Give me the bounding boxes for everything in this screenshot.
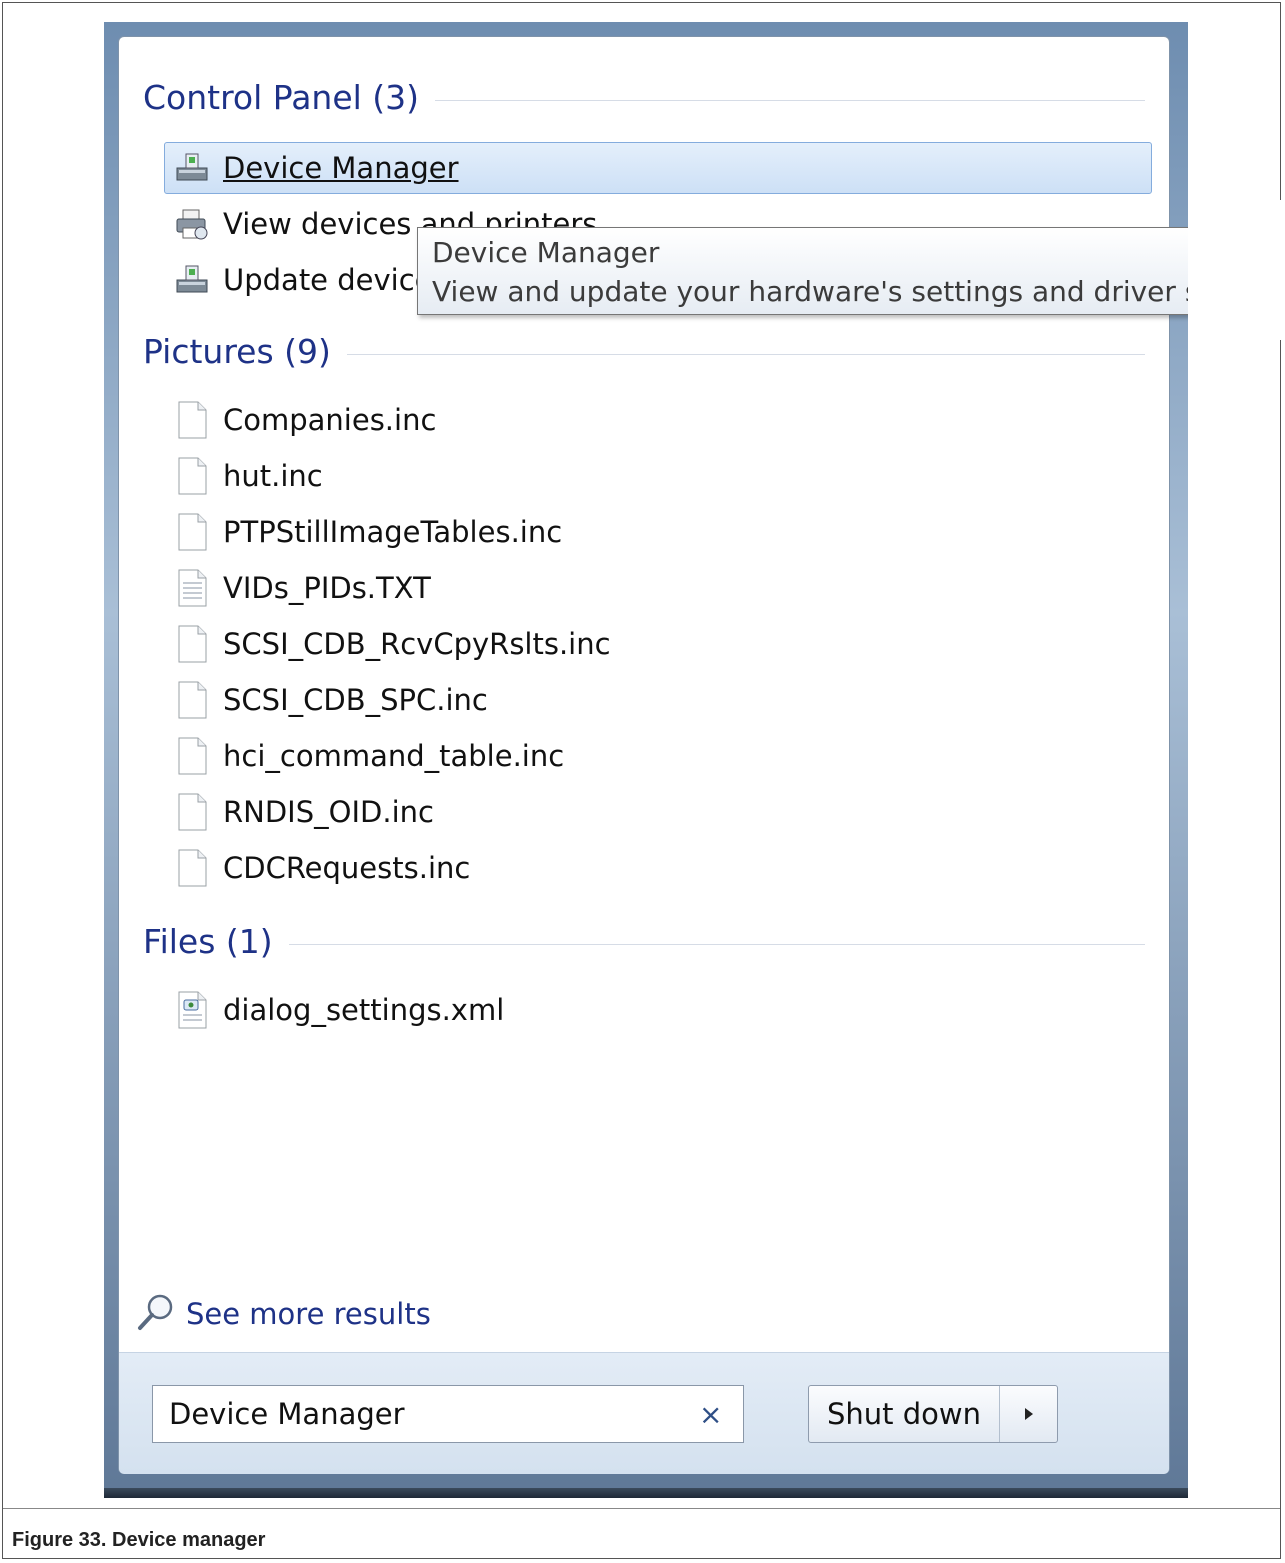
tooltip: Device Manager View and update your hard…	[417, 227, 1207, 315]
device-manager-icon	[171, 147, 213, 189]
caption-divider	[3, 1508, 1280, 1509]
result-label: SCSI_CDB_SPC.inc	[223, 683, 488, 717]
result-file[interactable]: VIDs_PIDs.TXT	[164, 562, 1152, 614]
result-label: CDCRequests.inc	[223, 851, 471, 885]
shutdown-split-button: Shut down	[808, 1385, 1058, 1443]
result-file[interactable]: hut.inc	[164, 450, 1152, 502]
result-file[interactable]: dialog_settings.xml	[164, 984, 1152, 1036]
file-icon	[171, 735, 213, 777]
divider	[346, 354, 1145, 355]
result-label: hci_command_table.inc	[223, 739, 565, 773]
divider	[288, 944, 1145, 945]
result-label: Device Manager	[223, 151, 459, 185]
file-icon	[171, 679, 213, 721]
file-icon	[171, 791, 213, 833]
result-file[interactable]: hci_command_table.inc	[164, 730, 1152, 782]
result-device-manager[interactable]: Device Manager	[164, 142, 1152, 194]
result-label: hut.inc	[223, 459, 323, 493]
file-icon	[171, 847, 213, 889]
search-box: ×	[152, 1385, 744, 1443]
group-title: Files (1)	[143, 922, 273, 961]
printer-icon	[171, 203, 213, 245]
result-label: Companies.inc	[223, 403, 437, 437]
result-file[interactable]: PTPStillImageTables.inc	[164, 506, 1152, 558]
group-title: Control Panel (3)	[143, 78, 420, 117]
result-file[interactable]: SCSI_CDB_RcvCpyRslts.inc	[164, 618, 1152, 670]
search-input[interactable]	[169, 1397, 689, 1431]
shutdown-button[interactable]: Shut down	[809, 1386, 1000, 1442]
result-label: dialog_settings.xml	[223, 993, 505, 1027]
file-icon	[171, 399, 213, 441]
tooltip-description: View and update your hardware's settings…	[432, 275, 1206, 308]
divider	[435, 100, 1145, 101]
tooltip-title: Device Manager	[432, 236, 660, 269]
result-file[interactable]: CDCRequests.inc	[164, 842, 1152, 894]
see-more-results-link[interactable]: See more results	[136, 1292, 431, 1336]
group-header-control-panel: Control Panel (3)	[143, 78, 1145, 117]
clear-search-icon[interactable]: ×	[699, 1398, 722, 1431]
result-file[interactable]: SCSI_CDB_SPC.inc	[164, 674, 1152, 726]
shutdown-options-button[interactable]	[1000, 1386, 1057, 1442]
result-label: PTPStillImageTables.inc	[223, 515, 563, 549]
result-label: RNDIS_OID.inc	[223, 795, 434, 829]
figure-margin	[1188, 200, 1285, 340]
device-manager-icon	[171, 259, 213, 301]
file-icon	[171, 623, 213, 665]
group-header-files: Files (1)	[143, 922, 1145, 961]
file-icon	[171, 455, 213, 497]
text-file-icon	[171, 567, 213, 609]
search-icon	[136, 1292, 176, 1336]
arrow-right-icon	[1024, 1408, 1033, 1420]
group-title: Pictures (9)	[143, 332, 331, 371]
xml-file-icon	[171, 989, 213, 1031]
figure-caption: Figure 33. Device manager	[12, 1529, 266, 1551]
result-label: SCSI_CDB_RcvCpyRslts.inc	[223, 627, 611, 661]
result-file[interactable]: RNDIS_OID.inc	[164, 786, 1152, 838]
see-more-label: See more results	[186, 1297, 431, 1331]
file-icon	[171, 511, 213, 553]
result-label: VIDs_PIDs.TXT	[223, 571, 431, 605]
result-file[interactable]: Companies.inc	[164, 394, 1152, 446]
group-header-pictures: Pictures (9)	[143, 332, 1145, 371]
